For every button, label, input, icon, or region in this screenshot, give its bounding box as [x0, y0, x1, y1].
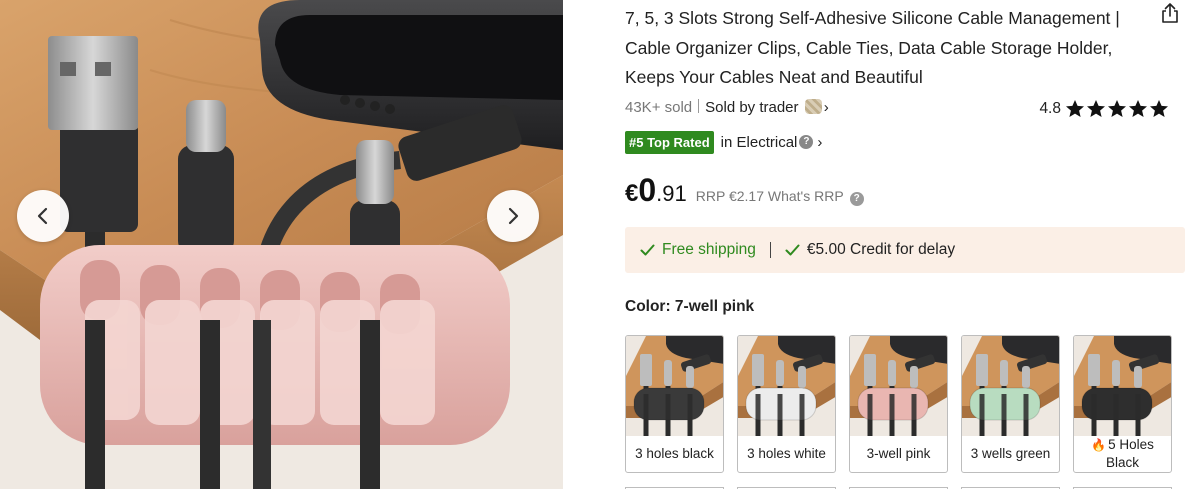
- swatch-thumbnail: [962, 336, 1059, 436]
- rating-summary[interactable]: 4.8: [1039, 99, 1169, 118]
- color-swatch[interactable]: 3 holes black: [625, 335, 724, 473]
- chevron-right-icon: ›: [817, 133, 823, 151]
- color-swatch[interactable]: 3 holes white: [737, 335, 836, 473]
- product-image-gallery[interactable]: [0, 0, 563, 489]
- star-icon: [1108, 100, 1126, 117]
- swatch-thumbnail: [626, 336, 723, 436]
- color-swatch[interactable]: 3 wells green: [961, 335, 1060, 473]
- rrp-text[interactable]: RRP €2.17 What's RRP: [696, 188, 844, 204]
- price-integer: 0: [638, 172, 657, 208]
- swatch-thumbnail: [850, 336, 947, 436]
- swatch-label-text: 3 wells green: [970, 446, 1051, 461]
- rating-value: 4.8: [1039, 99, 1061, 117]
- color-swatch[interactable]: 3-well pink: [849, 335, 948, 473]
- help-circle-icon[interactable]: ?: [799, 135, 814, 149]
- gallery-prev-button[interactable]: [17, 190, 69, 242]
- top-rated-badge: #5 Top Rated: [625, 130, 714, 154]
- product-main-image: [0, 0, 563, 489]
- fire-icon: 🔥: [1091, 438, 1107, 452]
- gallery-next-button[interactable]: [487, 190, 539, 242]
- free-shipping-text: Free shipping: [662, 241, 756, 258]
- swatch-image: [738, 336, 835, 436]
- chevron-right-icon[interactable]: ›: [824, 99, 829, 116]
- check-icon: [640, 244, 655, 256]
- swatch-label: 3 wells green: [962, 436, 1059, 472]
- delay-credit-text: €5.00 Credit for delay: [806, 241, 956, 258]
- top-rated-row[interactable]: #5 Top Rated in Electrical ? ›: [625, 130, 822, 154]
- share-icon[interactable]: [1160, 2, 1180, 24]
- swatch-label-text: 3 holes black: [635, 446, 714, 461]
- price-row: €0.91 RRP €2.17 What's RRP?: [625, 172, 864, 208]
- seller-link[interactable]: Sold by trader: [705, 99, 798, 116]
- swatch-image: [1074, 336, 1171, 436]
- star-icon: [1150, 100, 1168, 117]
- swatch-image: [962, 336, 1059, 436]
- star-icon: [1066, 100, 1084, 117]
- swatch-image: [626, 336, 723, 436]
- star-icon: [1129, 100, 1147, 117]
- shipping-banner[interactable]: Free shipping €5.00 Credit for delay: [625, 227, 1185, 273]
- star-icon: [1087, 100, 1105, 117]
- swatch-label-text: 3 holes white: [747, 446, 826, 461]
- price-currency: €: [625, 180, 639, 207]
- swatch-label: 3-well pink: [850, 436, 947, 472]
- swatch-label-text: 5 Holes Black: [1105, 437, 1154, 470]
- divider: [698, 99, 700, 113]
- swatch-label-text: 3-well pink: [866, 446, 931, 461]
- color-swatch[interactable]: 🔥 5 Holes Black: [1073, 335, 1172, 473]
- product-title: 7, 5, 3 Slots Strong Self-Adhesive Silic…: [625, 8, 1120, 87]
- check-icon: [785, 244, 800, 256]
- help-circle-icon[interactable]: ?: [849, 192, 864, 206]
- chevron-right-icon: [508, 207, 519, 225]
- rank-category: in Electrical: [720, 133, 798, 151]
- rating-stars: [1065, 99, 1169, 118]
- product-info-panel: 7, 5, 3 Slots Strong Self-Adhesive Silic…: [625, 0, 1200, 489]
- color-swatch-list: 3 holes black 3 holes white 3-well pink 3 w…: [625, 335, 1172, 473]
- seller-badge-icon: [804, 99, 822, 114]
- swatch-thumbnail: [1074, 336, 1171, 436]
- swatch-label: 3 holes black: [626, 436, 723, 472]
- product-meta-row: 43K+ sold Sold by trader › 4.8: [625, 99, 1185, 121]
- chevron-left-icon: [37, 207, 48, 225]
- swatch-thumbnail: [738, 336, 835, 436]
- sold-count: 43K+ sold: [625, 99, 693, 116]
- divider: [769, 242, 771, 258]
- color-label: Color: 7-well pink: [625, 298, 755, 315]
- price-decimal: .91: [656, 181, 687, 206]
- swatch-label: 3 holes white: [738, 436, 835, 472]
- swatch-image: [850, 336, 947, 436]
- swatch-label: 🔥 5 Holes Black: [1074, 436, 1171, 472]
